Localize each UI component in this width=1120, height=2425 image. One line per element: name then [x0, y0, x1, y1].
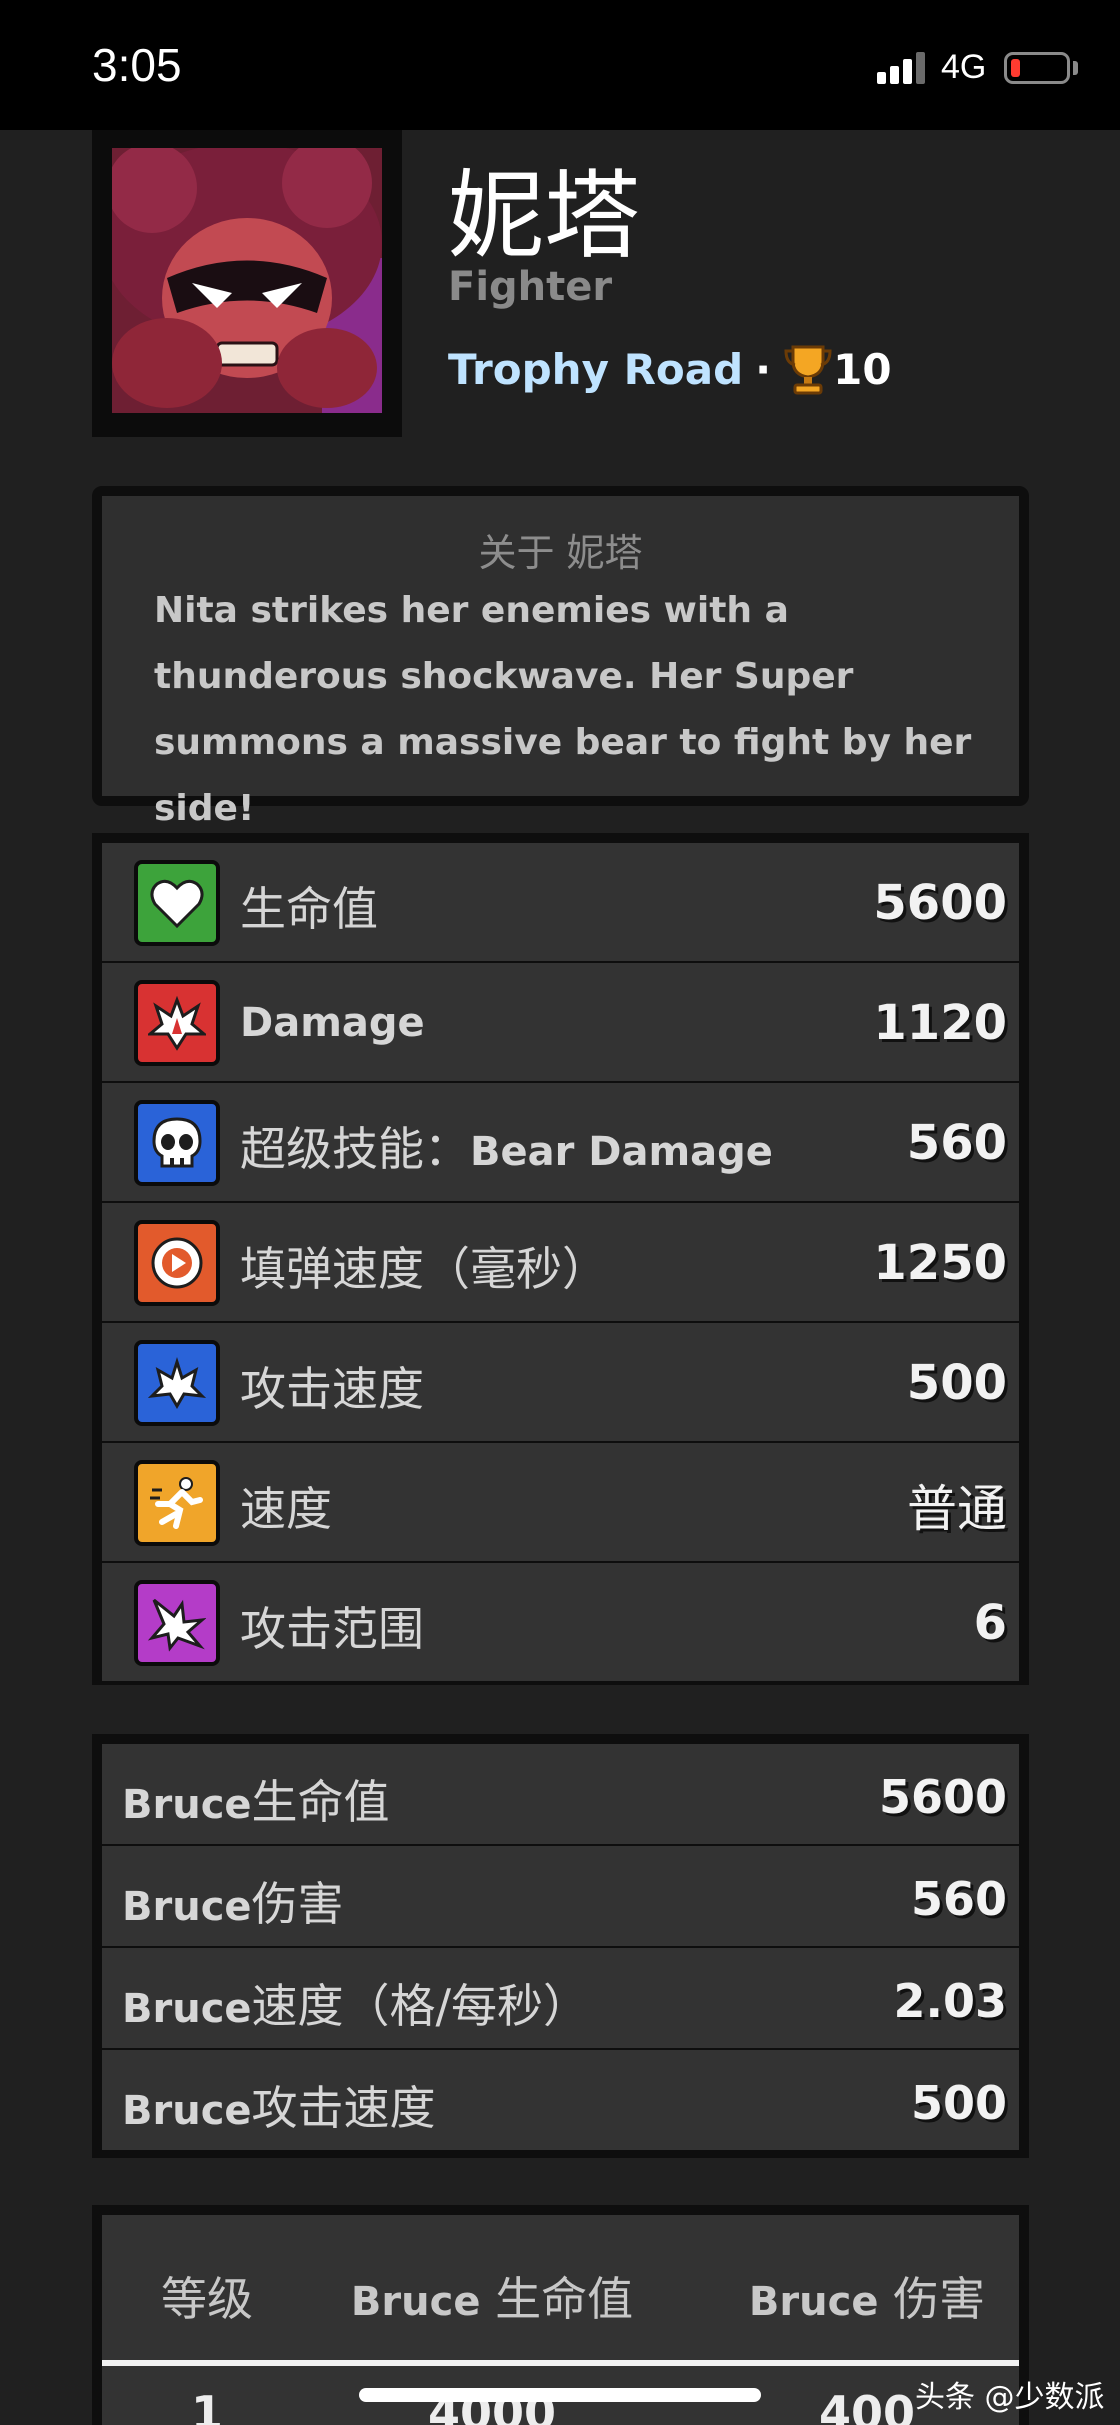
bruce-stat-value: 5600 — [878, 1770, 1007, 1824]
stat-row-reload: 填弹速度（毫秒） 1250 — [102, 1203, 1019, 1321]
stat-value: 560 — [906, 1115, 1007, 1171]
trophy-requirement: 10 — [833, 344, 892, 394]
hero-class: Fighter — [448, 264, 613, 310]
stat-value: 1250 — [873, 1235, 1007, 1291]
stat-row-super-damage: 超级技能：Bear Damage 560 — [102, 1083, 1019, 1201]
watermark: 头条 @少数派 — [915, 2380, 1105, 2415]
stat-value: 5600 — [873, 875, 1007, 931]
reload-icon — [134, 1220, 220, 1306]
stat-row-speed: 速度 普通 — [102, 1443, 1019, 1561]
battery-tip — [1073, 61, 1078, 75]
range-icon — [134, 1580, 220, 1666]
battery-icon — [1004, 52, 1070, 84]
bruce-stat-row: Bruce生命值 5600 — [102, 1744, 1019, 1844]
bruce-stat-row: Bruce伤害 560 — [102, 1846, 1019, 1946]
status-time: 3:05 — [92, 39, 182, 91]
hero-name: 妮塔 — [448, 160, 640, 272]
stat-label: 攻击速度 — [240, 1362, 424, 1416]
attack-speed-icon — [134, 1340, 220, 1426]
skull-icon — [134, 1100, 220, 1186]
nita-portrait-icon — [112, 148, 382, 413]
levels-table-header: 等级 Bruce 生命值 Bruce 伤害 — [102, 2215, 1019, 2360]
stat-label: 速度 — [240, 1482, 332, 1536]
stat-label: 生命值 — [240, 882, 378, 936]
bruce-stat-label: Bruce速度（格/每秒） — [122, 1979, 590, 2033]
stat-row-attack-speed: 攻击速度 500 — [102, 1323, 1019, 1441]
column-header-level: 等级 — [161, 2272, 253, 2326]
stat-value: 1120 — [873, 995, 1007, 1051]
network-type: 4G — [941, 48, 987, 86]
stat-value: 6 — [973, 1595, 1007, 1651]
bruce-stat-value: 560 — [910, 1872, 1007, 1926]
home-indicator[interactable] — [359, 2388, 761, 2402]
about-title: 关于 妮塔 — [478, 531, 643, 575]
bruce-stat-label: Bruce攻击速度 — [122, 2081, 436, 2135]
heart-icon — [134, 860, 220, 946]
stat-label: Damage — [240, 1000, 425, 1046]
stats-panel: 生命值 5600 Damage 1120 超级技能：Bear Damage 56… — [92, 833, 1029, 1685]
stat-label: 超级技能：Bear Damage — [240, 1122, 773, 1176]
stat-value: 普通 — [907, 1480, 1007, 1538]
bruce-stat-value: 2.03 — [893, 1974, 1008, 2028]
damage-burst-icon — [134, 980, 220, 1066]
about-description: Nita strikes her enemies with a thundero… — [154, 590, 972, 829]
trophy-icon — [784, 345, 832, 395]
column-header-bruce-health: Bruce 生命值 — [350, 2272, 634, 2326]
stat-row-health: 生命值 5600 — [102, 843, 1019, 961]
signal-strength-icon — [877, 52, 927, 84]
stat-row-range: 攻击范围 6 — [102, 1563, 1019, 1681]
bruce-stat-row: Bruce速度（格/每秒） 2.03 — [102, 1948, 1019, 2048]
bruce-stat-value: 500 — [910, 2076, 1007, 2130]
hero-portrait — [92, 130, 402, 437]
bruce-stats-panel: Bruce生命值 5600 Bruce伤害 560 Bruce速度（格/每秒） … — [92, 1734, 1029, 2158]
status-bar: 3:05 4G — [0, 0, 1120, 130]
bruce-stat-row: Bruce攻击速度 500 — [102, 2050, 1019, 2150]
unlock-source: Trophy Road — [448, 344, 744, 394]
about-panel: 关于 妮塔 Nita strikes her enemies with a th… — [92, 486, 1029, 829]
hero-unlock-info: Trophy Road · 10 — [448, 343, 892, 395]
stat-value: 500 — [906, 1355, 1007, 1411]
running-icon — [134, 1460, 220, 1546]
bruce-stat-label: Bruce生命值 — [122, 1775, 390, 1829]
stat-label: 填弹速度（毫秒） — [240, 1242, 608, 1296]
table-cell: 1 — [190, 2386, 223, 2425]
column-header-bruce-damage: Bruce 伤害 — [748, 2272, 986, 2326]
bruce-stat-label: Bruce伤害 — [122, 1877, 344, 1931]
stat-label: 攻击范围 — [240, 1602, 424, 1656]
stat-row-damage: Damage 1120 — [102, 963, 1019, 1081]
unlock-separator: · — [755, 344, 772, 394]
